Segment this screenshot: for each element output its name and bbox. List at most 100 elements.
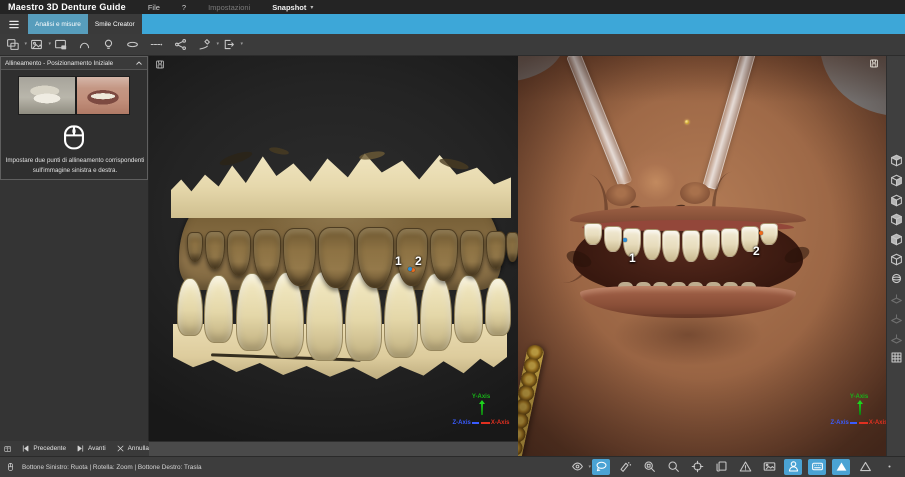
menu-help[interactable]: ? bbox=[182, 3, 186, 12]
caret-down-icon[interactable]: ▾ bbox=[216, 41, 219, 47]
dashed-line-icon[interactable] bbox=[148, 36, 165, 53]
save-view-icon[interactable] bbox=[869, 58, 879, 69]
view-sphere-icon[interactable] bbox=[887, 269, 905, 289]
caret-down-icon[interactable]: ▾ bbox=[588, 464, 591, 470]
copy-view-icon[interactable] bbox=[712, 459, 730, 475]
cancel-button[interactable]: Annulla bbox=[116, 444, 149, 453]
share-nodes-icon[interactable] bbox=[172, 36, 189, 53]
left-viewport-3d-model[interactable]: 1 2 Y-Axis Z-Axis X-Axis bbox=[149, 56, 518, 441]
x-axis-line bbox=[858, 422, 868, 424]
chevron-up-icon[interactable] bbox=[135, 59, 143, 67]
grid-views-icon[interactable] bbox=[887, 348, 905, 368]
lips-ellipse-icon[interactable] bbox=[124, 36, 141, 53]
triangle-warning-icon[interactable] bbox=[736, 459, 754, 475]
alignment-point-dot[interactable] bbox=[408, 267, 412, 271]
tooth bbox=[236, 273, 268, 351]
screenshot-icon[interactable] bbox=[760, 459, 778, 475]
tooth bbox=[642, 229, 661, 260]
view-cube-front-icon[interactable] bbox=[887, 230, 905, 250]
y-axis-line bbox=[857, 400, 863, 415]
alignment-panel-header: Allineamento - Posizionamento Iniziale bbox=[1, 57, 147, 70]
next-button[interactable]: Avanti bbox=[76, 444, 106, 453]
zoom-region-icon[interactable] bbox=[640, 459, 658, 475]
tab-bar: Analisi e misure Smile Creator bbox=[0, 14, 905, 34]
visibility-eye-icon[interactable]: ▾ bbox=[568, 459, 591, 475]
right-view-toolbar bbox=[886, 56, 905, 456]
top-toolbar: ▾ ▾ ▾ ▾ bbox=[0, 34, 905, 56]
left-panel: Allineamento - Posizionamento Iniziale I… bbox=[0, 56, 149, 441]
panel-columns-icon[interactable] bbox=[4, 444, 11, 454]
bottom-toolbar: ▾ bbox=[568, 458, 900, 475]
z-axis-line bbox=[471, 422, 479, 424]
model-scan-thumbnail bbox=[18, 76, 76, 115]
skip-previous-icon bbox=[21, 444, 30, 453]
alignment-point-dot[interactable] bbox=[623, 238, 627, 242]
caret-down-icon[interactable]: ▾ bbox=[24, 41, 27, 47]
caret-down-icon[interactable]: ▾ bbox=[240, 41, 243, 47]
plane-view-icon[interactable] bbox=[887, 309, 905, 329]
view-cube-back-icon[interactable] bbox=[887, 171, 905, 191]
menu-file[interactable]: File bbox=[148, 3, 160, 12]
mouse-icon bbox=[6, 461, 15, 473]
right-viewport-face-photo[interactable]: 1 2 Y-Axis Z-Axis X-Axis bbox=[518, 56, 886, 456]
bust-icon[interactable] bbox=[784, 458, 802, 475]
tab-smile-creator[interactable]: Smile Creator bbox=[87, 14, 142, 34]
axis-gizmo: Y-Axis Z-Axis X-Axis bbox=[830, 394, 886, 428]
zoom-icon[interactable] bbox=[664, 459, 682, 475]
image-frame-icon[interactable]: ▾ bbox=[28, 36, 51, 53]
solid-triangle-icon[interactable] bbox=[832, 458, 850, 475]
save-view-icon[interactable] bbox=[155, 59, 165, 70]
alignment-point-label[interactable]: 2 bbox=[753, 244, 760, 258]
tooth bbox=[204, 275, 233, 343]
x-axis-label: X-Axis bbox=[490, 420, 510, 426]
caret-down-icon[interactable]: ▾ bbox=[48, 41, 51, 47]
alignment-point-label[interactable]: 2 bbox=[415, 254, 422, 268]
x-axis-line bbox=[480, 422, 490, 424]
alignment-point-label[interactable]: 1 bbox=[629, 251, 636, 265]
alignment-point-dot[interactable] bbox=[759, 231, 763, 235]
tooth bbox=[177, 278, 203, 336]
z-axis-label: Z-Axis bbox=[830, 420, 849, 426]
menu-bar: Maestro 3D Denture Guide File ? Impostaz… bbox=[0, 0, 905, 14]
app-title: Maestro 3D Denture Guide bbox=[8, 2, 126, 12]
lasso-select-icon[interactable] bbox=[592, 458, 610, 475]
tooth bbox=[485, 278, 511, 336]
image-layers-icon[interactable]: ▾ bbox=[4, 36, 27, 53]
bottom-strip bbox=[149, 441, 518, 456]
tab-analisi-e-misure[interactable]: Analisi e misure bbox=[28, 14, 88, 34]
caret-down-icon[interactable]: ▾ bbox=[310, 4, 313, 11]
view-cube-bottom-icon[interactable] bbox=[887, 249, 905, 269]
screen-pin-icon[interactable] bbox=[52, 36, 69, 53]
view-cube-left-icon[interactable] bbox=[887, 190, 905, 210]
more-dot-icon[interactable] bbox=[880, 459, 898, 475]
hamburger-menu-button[interactable] bbox=[0, 14, 28, 34]
plane-view-icon[interactable] bbox=[887, 289, 905, 309]
tooth bbox=[603, 226, 622, 252]
tooth bbox=[454, 275, 483, 343]
gold-necklace bbox=[518, 343, 546, 456]
plane-view-icon[interactable] bbox=[887, 328, 905, 348]
arc-tool-icon[interactable] bbox=[76, 36, 93, 53]
menu-snapshot[interactable]: Snapshot bbox=[272, 3, 306, 12]
y-axis-line bbox=[479, 400, 485, 415]
wireframe-triangle-icon[interactable] bbox=[856, 459, 874, 475]
menu-settings: Impostazioni bbox=[208, 2, 251, 12]
view-cube-right-icon[interactable] bbox=[887, 210, 905, 230]
alignment-panel-title: Allineamento - Posizionamento Iniziale bbox=[5, 59, 114, 67]
z-axis-line bbox=[849, 422, 857, 424]
alignment-instruction: Impostare due punti di allineamento corr… bbox=[5, 157, 145, 174]
texture-pad-icon[interactable] bbox=[808, 458, 826, 475]
center-target-icon[interactable] bbox=[688, 459, 706, 475]
export-icon[interactable]: ▾ bbox=[220, 36, 243, 53]
alignment-point-label[interactable]: 1 bbox=[395, 254, 402, 268]
mouse-icon bbox=[61, 121, 87, 153]
bulb-icon[interactable] bbox=[100, 36, 117, 53]
view-cube-top-icon[interactable] bbox=[887, 151, 905, 171]
brush-points-icon[interactable] bbox=[616, 459, 634, 475]
skip-next-icon bbox=[76, 444, 85, 453]
mouth-photo-thumbnail bbox=[76, 76, 130, 115]
tooth bbox=[420, 273, 452, 351]
previous-button[interactable]: Precedente bbox=[21, 444, 66, 453]
draw-pen-icon[interactable]: ▾ bbox=[196, 36, 219, 53]
x-axis-label: X-Axis bbox=[868, 420, 886, 426]
